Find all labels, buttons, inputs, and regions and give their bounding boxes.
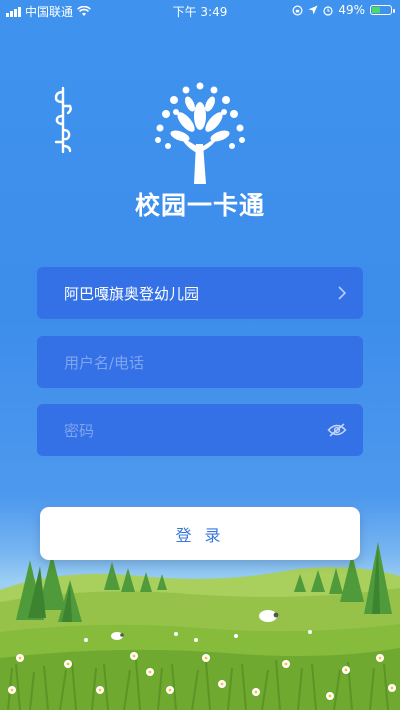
username-field[interactable]: 用户名/电话 <box>37 336 363 388</box>
password-field[interactable]: 密码 <box>37 404 363 456</box>
status-right: 49% <box>292 3 395 17</box>
tree-logo-icon <box>155 82 245 184</box>
eye-off-icon[interactable] <box>327 423 347 437</box>
status-bar: 中国联通 下午 3:49 49% <box>0 0 400 22</box>
rotation-lock-icon <box>292 4 303 16</box>
battery-percentage: 49% <box>338 3 365 17</box>
school-value: 阿巴嘎旗奥登幼儿园 <box>64 284 200 303</box>
alarm-icon <box>323 5 333 16</box>
app-title: 校园一卡通 <box>134 191 265 220</box>
battery-icon <box>370 5 395 15</box>
battery-fill <box>372 7 381 13</box>
meadow-scene <box>0 542 400 710</box>
mongolian-script-logo <box>54 86 72 154</box>
school-selector[interactable]: 阿巴嘎旗奥登幼儿园 <box>37 267 363 319</box>
login-button[interactable]: 登 录 <box>40 507 360 560</box>
location-icon <box>308 5 318 15</box>
password-placeholder: 密码 <box>64 421 95 440</box>
chevron-right-icon <box>338 286 347 300</box>
username-placeholder: 用户名/电话 <box>64 353 145 372</box>
